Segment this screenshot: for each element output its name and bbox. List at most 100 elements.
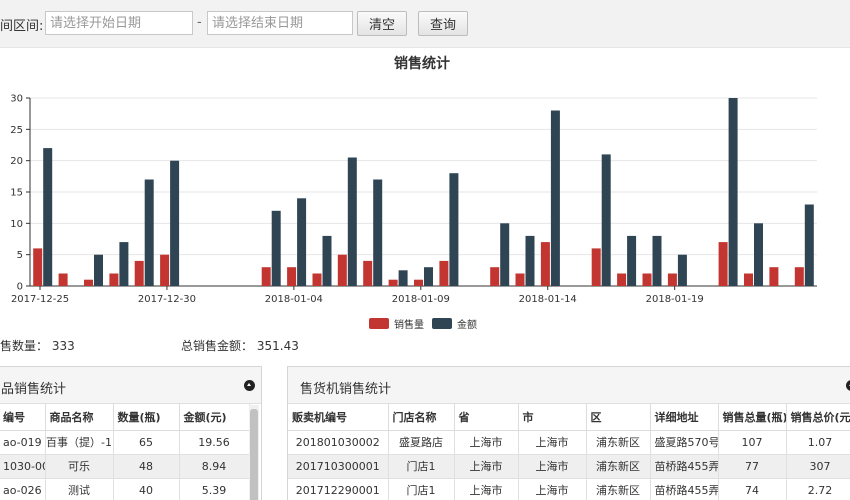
collapse-icon[interactable] [846, 380, 850, 391]
product-table-row[interactable]: ao-026 测试 40 5.39 [0, 478, 250, 500]
x-tick-label: 2018-01-09 [392, 294, 450, 305]
bar-amount [754, 223, 763, 286]
bar-quantity [109, 273, 119, 286]
table-cell: 307 [786, 454, 850, 479]
bar-amount [347, 157, 357, 286]
bar-amount [500, 223, 510, 286]
column-header[interactable]: 数量(瓶) [113, 404, 180, 431]
start-date-input[interactable] [45, 11, 193, 35]
table-cell: ao-026 [0, 478, 46, 500]
x-tick-label: 2017-12-30 [138, 294, 196, 305]
y-tick-label: 20 [10, 156, 23, 167]
table-cell: ao-019 [0, 430, 46, 455]
bar-quantity [312, 273, 322, 286]
table-cell: 苗桥路455弄 [650, 478, 719, 500]
bar-quantity [769, 267, 779, 286]
table-cell: 107 [718, 430, 787, 455]
bar-amount [373, 179, 383, 286]
table-cell: 19.56 [179, 430, 250, 455]
bar-amount [398, 270, 408, 286]
clear-button[interactable]: 清空 [357, 11, 407, 36]
end-date-input[interactable] [207, 11, 353, 35]
machine-panel-title: 售货机销售统计 [300, 382, 392, 397]
date-range-label: 间区间: [0, 19, 44, 34]
bar-quantity [667, 273, 677, 286]
bar-quantity [388, 279, 398, 286]
table-cell: 77 [718, 454, 787, 479]
table-cell: 2.72 [786, 478, 850, 500]
column-header[interactable]: 销售总量(瓶) [718, 404, 787, 431]
query-button[interactable]: 查询 [418, 11, 468, 36]
legend-label: 金额 [457, 318, 477, 331]
table-cell: 浦东新区 [586, 430, 651, 455]
bar-amount [271, 210, 281, 286]
machine-table-row[interactable]: 201801030002 盛夏路店 上海市 上海市 浦东新区 盛夏路570号 107 1.07 [288, 430, 850, 455]
total-quantity-label: 售数量： [0, 339, 49, 353]
table-cell: 盛夏路570号 [650, 430, 719, 455]
column-header[interactable]: 门店名称 [388, 404, 455, 431]
bar-amount [677, 254, 687, 286]
x-tick-label: 2017-12-25 [11, 294, 69, 305]
bar-amount [144, 179, 154, 286]
y-tick-label: 25 [10, 125, 23, 136]
table-cell: 上海市 [518, 478, 587, 500]
bar-quantity [134, 260, 144, 286]
bar-amount [728, 98, 738, 286]
column-header[interactable]: 区 [586, 404, 651, 431]
column-header[interactable]: 商品名称 [45, 404, 114, 431]
y-tick-label: 10 [10, 219, 23, 230]
vending-machine-sales-panel: 售货机销售统计 贩卖机编号 门店名称省市区详细地址 销售总量(瓶) 销售总价(元) 2… [287, 366, 850, 500]
bar-amount [297, 198, 307, 286]
scroll-thumb[interactable] [250, 409, 258, 500]
column-header[interactable]: 详细地址 [650, 404, 719, 431]
machine-table-row[interactable]: 201712290001 门店1 上海市 上海市 浦东新区 苗桥路455弄 74 2.72 [288, 478, 850, 500]
bar-amount [652, 235, 662, 286]
bar-amount [804, 204, 814, 286]
bar-amount [43, 148, 53, 286]
collapse-icon[interactable] [244, 380, 255, 391]
machine-table-row[interactable]: 201710300001 门店1 上海市 上海市 浦东新区 苗桥路455弄 77 307 [288, 454, 850, 479]
table-cell: 201712290001 [288, 478, 389, 500]
table-cell: 8.94 [179, 454, 250, 479]
table-cell: 上海市 [454, 454, 519, 479]
bar-amount [94, 254, 103, 286]
column-header[interactable]: 销售总价(元) [786, 404, 850, 431]
sales-statistics-page: 间区间: - 清空 查询 销售统计 0 5 10 15 20 25 30 2017-12-25… [0, 0, 850, 500]
product-table-row[interactable]: ao-019 百事（提）-1 65 19.56 [0, 430, 250, 455]
y-tick-label: 15 [10, 188, 23, 199]
table-cell: 5.39 [179, 478, 250, 500]
bar-quantity [261, 267, 271, 286]
product-table-scrollbar[interactable] [249, 405, 259, 500]
bar-quantity [337, 254, 347, 286]
x-tick-label: 2018-01-19 [646, 294, 704, 305]
column-header[interactable]: 金额(元) [179, 404, 250, 431]
bar-amount [170, 160, 180, 286]
bar-amount [322, 235, 332, 286]
chart-title: 销售统计 [394, 55, 450, 72]
column-header[interactable]: 编号 [0, 404, 46, 431]
legend-swatch [432, 318, 452, 329]
product-sales-table: 编号 商品名称 数量(瓶) 金额(元) ao-019 百事（提）-1 65 19.56 103… [0, 404, 250, 500]
column-header[interactable]: 省 [454, 404, 519, 431]
table-cell: 浦东新区 [586, 478, 651, 500]
column-header[interactable]: 市 [518, 404, 587, 431]
bar-amount [424, 267, 433, 286]
table-cell: 65 [113, 430, 180, 455]
table-cell: 可乐 [45, 454, 114, 479]
y-tick-label: 0 [17, 282, 23, 293]
bar-quantity [363, 260, 373, 286]
date-filter-bar: 间区间: - 清空 查询 [0, 0, 850, 48]
bar-quantity [287, 267, 297, 286]
product-table-row[interactable]: 1030-001可乐488.94 [0, 454, 250, 479]
total-quantity-value: 333 [51, 339, 75, 353]
machine-panel-header: 售货机销售统计 [288, 367, 850, 404]
table-cell: 201801030002 [288, 430, 389, 455]
sales-chart: 销售统计 0 5 10 15 20 25 30 2017-12-25 2017-12-30 201… [0, 48, 850, 354]
table-cell: 盛夏路店 [388, 430, 455, 455]
total-amount-value: 351.43 [256, 339, 299, 353]
column-header[interactable]: 贩卖机编号 [288, 404, 389, 431]
y-tick-label: 30 [10, 94, 23, 105]
total-amount-label: 总销售金额： [181, 339, 254, 353]
bar-quantity [160, 254, 170, 286]
bar-quantity [58, 273, 68, 286]
